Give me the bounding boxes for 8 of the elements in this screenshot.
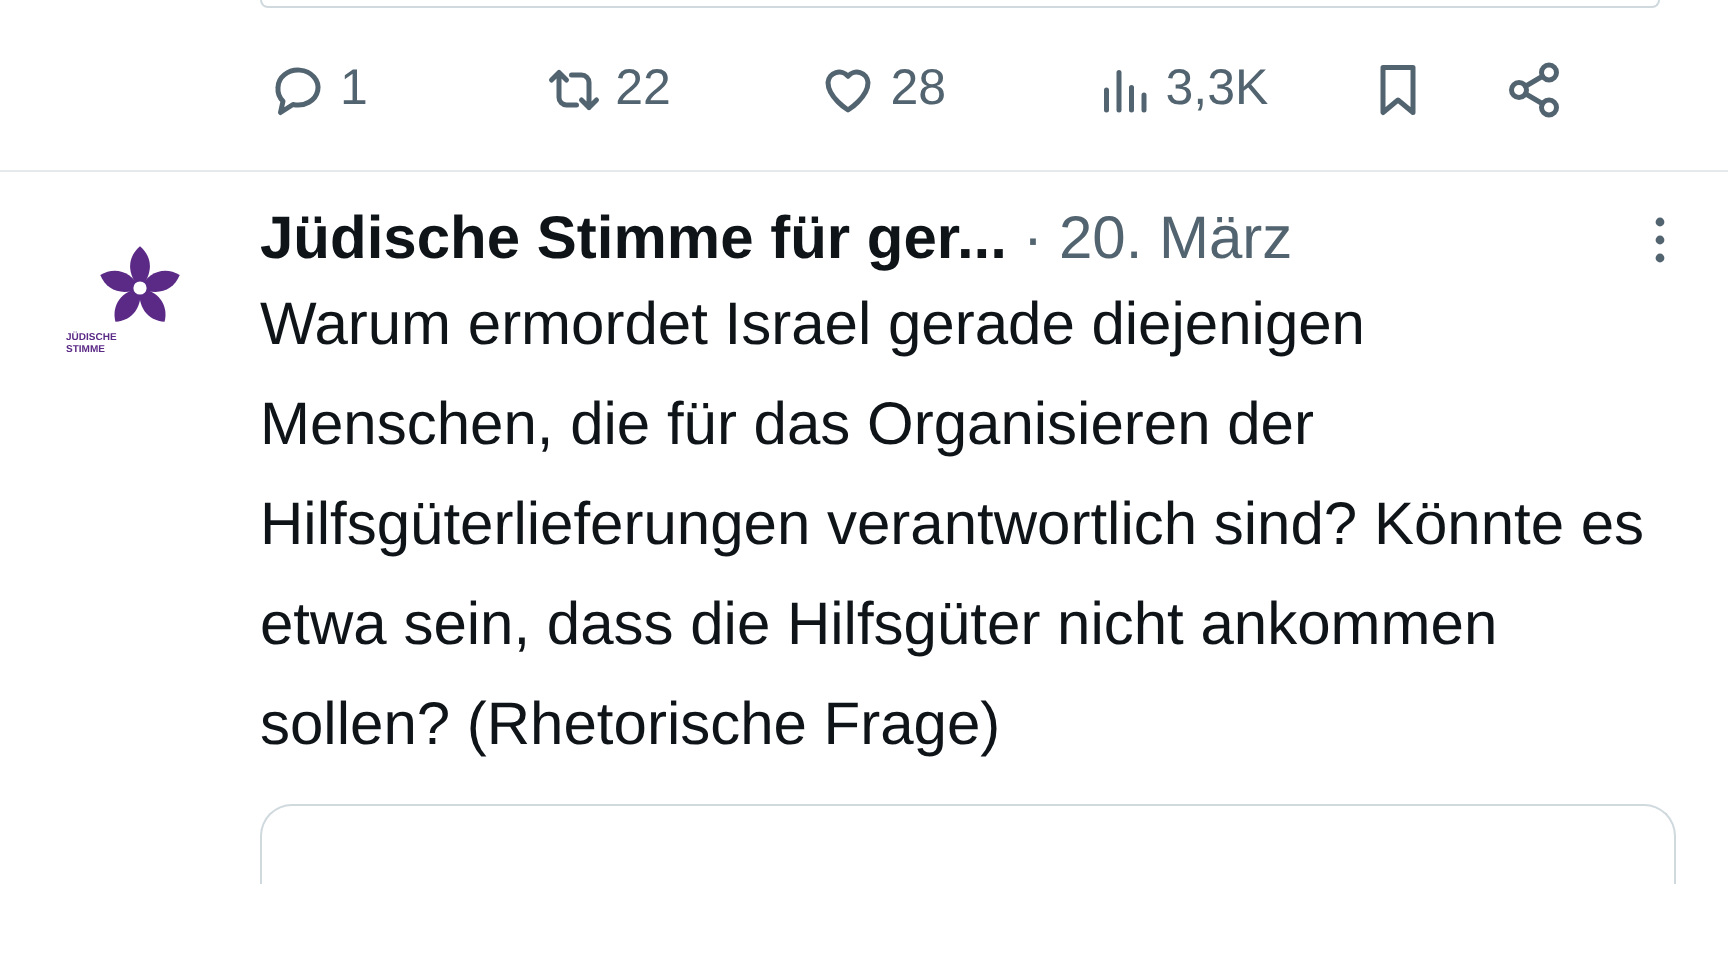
post-text: Warum ermordet Israel gerade diejenigen Menschen, die für das Organisieren der Hilfsgüterlieferungen verantwortlich sind? Könnte es etwa sein, dass die Hilfsgüter nicht ankommen sollen? (Rhetorische Frage): [260, 290, 1647, 762]
repost-button[interactable]: 22: [543, 51, 819, 127]
post-date[interactable]: 20. März: [1058, 204, 1293, 276]
reply-button[interactable]: 1: [268, 51, 544, 127]
author-name[interactable]: Jüdische Stimme für ger...: [260, 204, 1007, 276]
separator-dot: ·: [1022, 204, 1043, 276]
views-button[interactable]: 3,3K: [1093, 51, 1369, 127]
like-button[interactable]: 28: [818, 51, 1094, 127]
